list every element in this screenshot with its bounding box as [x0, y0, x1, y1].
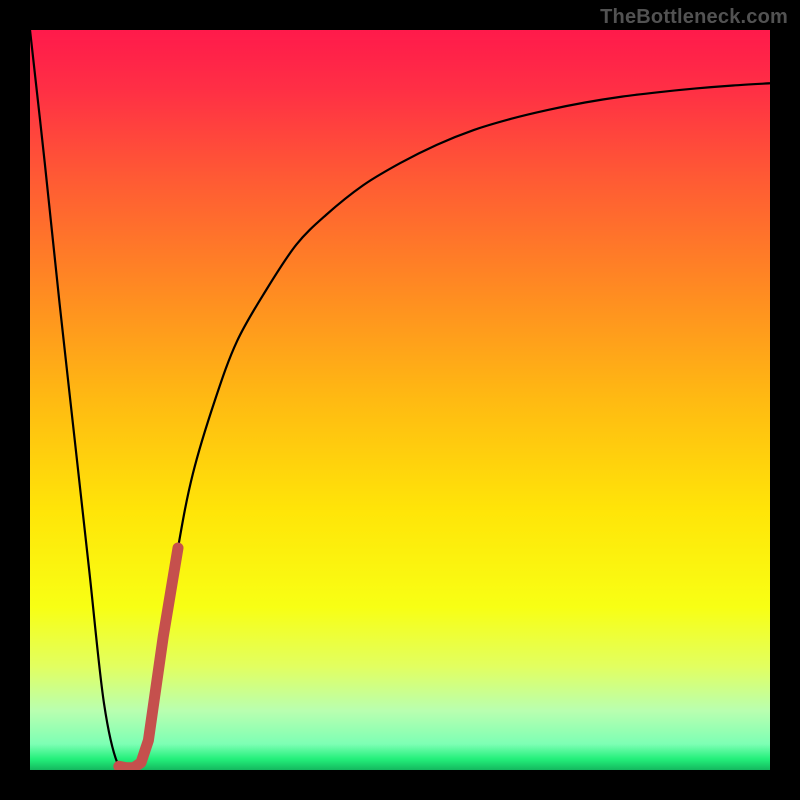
plot-area [30, 30, 770, 770]
attribution-text: TheBottleneck.com [600, 6, 788, 29]
curve-layer [30, 30, 770, 770]
outer-frame: TheBottleneck.com [0, 0, 800, 800]
bottleneck-curve [30, 30, 770, 770]
highlight-segment [119, 548, 178, 768]
